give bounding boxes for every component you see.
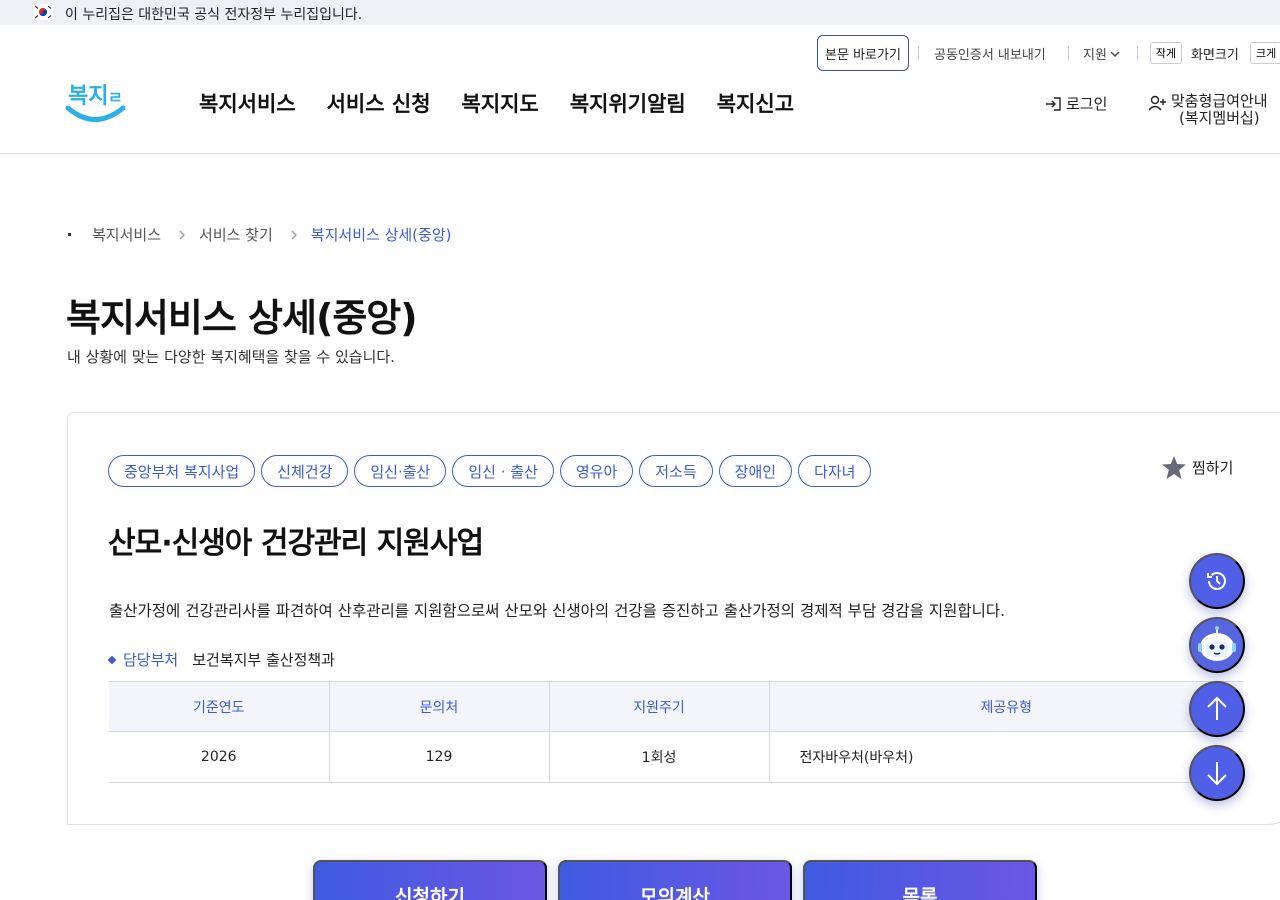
scroll-bottom-button[interactable] bbox=[1189, 745, 1245, 801]
tag-central-ministry: 중앙부처 복지사업 bbox=[108, 455, 256, 487]
table-row: 2026 129 1회성 전자바우처(바우처) bbox=[109, 731, 1243, 783]
chatbot-icon bbox=[1198, 626, 1236, 661]
favorite-button[interactable]: 찜하기 bbox=[1161, 455, 1233, 480]
arrow-up-icon bbox=[1207, 696, 1227, 720]
bokjiro-logo-icon: 복지 ㄹ bbox=[65, 84, 126, 122]
table-cell-cycle: 1회성 bbox=[549, 731, 770, 783]
breadcrumb-item-welfare-service[interactable]: 복지서비스 bbox=[92, 224, 161, 245]
star-icon bbox=[1162, 456, 1186, 479]
recent-history-button[interactable] bbox=[1189, 553, 1245, 609]
chevron-down-icon bbox=[1110, 51, 1120, 57]
login-icon bbox=[1046, 96, 1061, 111]
chevron-right-icon bbox=[291, 230, 297, 239]
tag-infant: 영유아 bbox=[559, 455, 634, 487]
table-header-contact: 문의처 bbox=[329, 681, 550, 732]
table-header-type: 제공유형 bbox=[769, 681, 1243, 732]
gov-banner: 이 누리집은 대한민국 공식 전자정부 누리집입니다. bbox=[0, 0, 1280, 25]
nav-welfare-map[interactable]: 복지지도 bbox=[462, 88, 539, 118]
nav-welfare-report[interactable]: 복지신고 bbox=[717, 88, 794, 118]
history-icon bbox=[1207, 572, 1226, 590]
login-link[interactable]: 로그인 bbox=[1044, 93, 1107, 114]
font-small-button[interactable]: 작게 bbox=[1150, 42, 1182, 64]
membership-label-line1: 맞춤형급여안내 bbox=[1171, 92, 1268, 110]
main-navigation: 복지서비스 서비스 신청 복지지도 복지위기알림 복지신고 bbox=[199, 88, 825, 118]
utility-divider bbox=[918, 46, 919, 60]
table-header-cycle: 지원주기 bbox=[549, 681, 770, 732]
svg-text:ㄹ: ㄹ bbox=[108, 88, 123, 107]
table-header-row: 기준연도 문의처 지원주기 제공유형 bbox=[109, 681, 1243, 732]
svg-text:복지: 복지 bbox=[68, 84, 108, 109]
arrow-down-icon bbox=[1207, 762, 1227, 786]
membership-link[interactable]: 맞춤형급여안내 (복지멤버십) bbox=[1147, 93, 1268, 127]
page-description: 내 상황에 맞는 다양한 복지혜택을 찾을 수 있습니다. bbox=[67, 348, 395, 366]
nav-service-apply[interactable]: 서비스 신청 bbox=[327, 88, 431, 118]
tag-multi-child: 다자녀 bbox=[798, 455, 872, 487]
login-label: 로그인 bbox=[1066, 95, 1108, 113]
membership-label: 맞춤형급여안내 (복지멤버십) bbox=[1171, 93, 1268, 127]
table-cell-contact: 129 bbox=[329, 731, 550, 783]
service-info-table: 기준연도 문의처 지원주기 제공유형 2026 129 1회성 전자바우처(바우… bbox=[109, 681, 1243, 783]
department-label: 담당부처 bbox=[123, 651, 179, 669]
chatbot-button[interactable] bbox=[1189, 617, 1245, 673]
utility-divider bbox=[1137, 46, 1138, 60]
service-title: 산모·신생아 건강관리 지원사업 bbox=[108, 526, 484, 561]
nav-crisis-alert[interactable]: 복지위기알림 bbox=[570, 88, 686, 118]
user-add-icon bbox=[1148, 95, 1166, 111]
department-value: 보건복지부 출산정책과 bbox=[192, 651, 335, 669]
support-dropdown[interactable]: 지원 bbox=[1083, 44, 1120, 63]
support-label: 지원 bbox=[1083, 48, 1107, 63]
tag-pregnancy-birth-2: 임신 · 출산 bbox=[452, 455, 554, 487]
cert-export-link[interactable]: 공동인증서 내보내기 bbox=[934, 44, 1046, 63]
tag-pregnancy-birth: 임신·출산 bbox=[354, 455, 447, 487]
breadcrumb-item-service-search[interactable]: 서비스 찾기 bbox=[199, 224, 273, 245]
simulate-button[interactable]: 모의계산 bbox=[558, 860, 792, 900]
chevron-right-icon bbox=[179, 230, 185, 239]
favorite-label: 찜하기 bbox=[1192, 459, 1234, 477]
page-title: 복지서비스 상세(중앙) bbox=[66, 296, 418, 340]
membership-label-line2: (복지멤버십) bbox=[1178, 109, 1260, 127]
list-button[interactable]: 목록 bbox=[803, 860, 1037, 900]
site-logo[interactable]: 복지 ㄹ bbox=[65, 73, 127, 127]
service-description: 출산가정에 건강관리사를 파견하여 산후관리를 지원함으로써 산모와 신생아의 … bbox=[109, 602, 1006, 620]
breadcrumb-current: 복지서비스 상세(중앙) bbox=[310, 226, 452, 244]
tag-disabled: 장애인 bbox=[718, 455, 793, 487]
department-info: 담당부처 보건복지부 출산정책과 bbox=[107, 649, 335, 670]
font-large-button[interactable]: 크게 bbox=[1250, 42, 1280, 64]
site-header: 본문 바로가기 공동인증서 내보내기 지원 작게 화면크기 크게 복지 ㄹ 복지… bbox=[0, 25, 1280, 154]
nav-welfare-service[interactable]: 복지서비스 bbox=[199, 88, 296, 118]
breadcrumb: 복지서비스 서비스 찾기 복지서비스 상세(중앙) bbox=[68, 224, 451, 245]
home-dot-icon bbox=[68, 233, 71, 236]
service-tags: 중앙부처 복지사업 신체건강 임신·출산 임신 · 출산 영유아 저소득 장애인… bbox=[108, 455, 872, 487]
diamond-bullet-icon bbox=[107, 655, 117, 664]
korea-flag-icon bbox=[33, 4, 53, 20]
font-size-label: 화면크기 bbox=[1191, 48, 1239, 63]
gov-banner-text: 이 누리집은 대한민국 공식 전자정부 누리집입니다. bbox=[65, 7, 363, 23]
table-cell-type: 전자바우처(바우처) bbox=[769, 731, 1243, 783]
table-cell-year: 2026 bbox=[109, 731, 330, 783]
utility-divider bbox=[1068, 46, 1069, 60]
scroll-top-button[interactable] bbox=[1189, 681, 1245, 737]
service-detail-card: 중앙부처 복지사업 신체건강 임신·출산 임신 · 출산 영유아 저소득 장애인… bbox=[67, 412, 1280, 825]
table-header-year: 기준연도 bbox=[109, 681, 330, 732]
tag-physical-health: 신체건강 bbox=[261, 455, 349, 487]
apply-button[interactable]: 신청하기 bbox=[313, 860, 547, 900]
tag-low-income: 저소득 bbox=[639, 455, 713, 487]
skip-to-content-link[interactable]: 본문 바로가기 bbox=[817, 35, 909, 71]
